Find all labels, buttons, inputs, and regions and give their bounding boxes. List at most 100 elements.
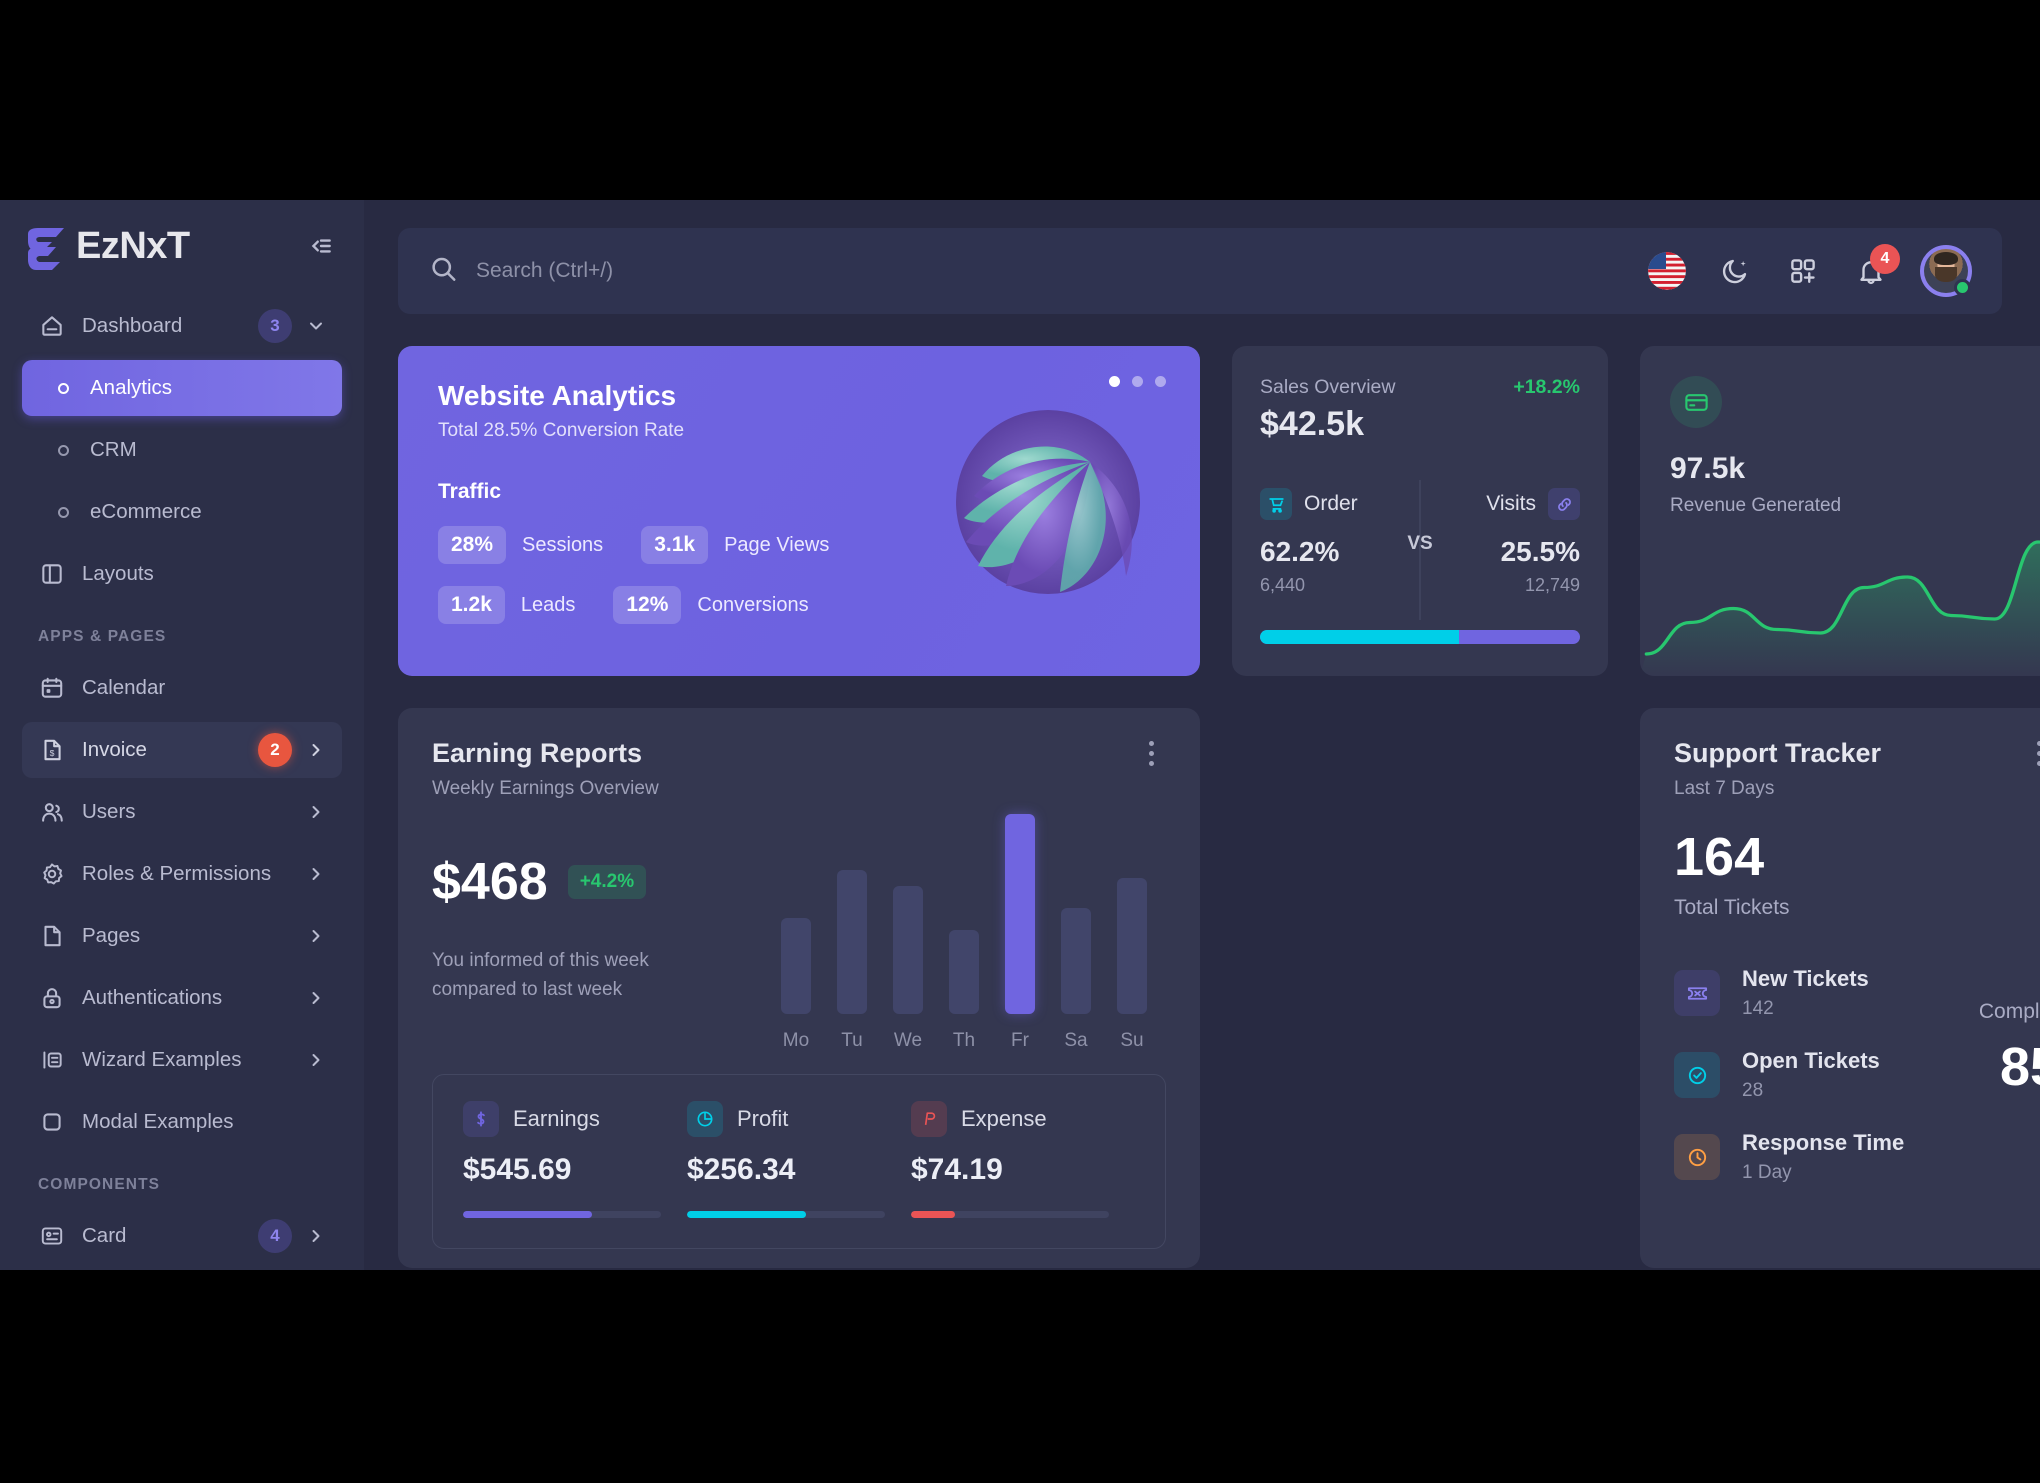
main-content: 4 Websit <box>364 200 2040 1270</box>
stat-expense: Expense $74.19 <box>911 1101 1135 1218</box>
sidebar-item-label: Calendar <box>82 676 166 699</box>
card-title: Earning Reports <box>432 738 643 768</box>
kebab-menu-icon[interactable] <box>1136 738 1166 768</box>
users-icon <box>38 798 66 826</box>
carousel-dots[interactable] <box>1109 376 1166 387</box>
stat-value: $545.69 <box>463 1153 572 1186</box>
dollar-icon <box>463 1101 499 1137</box>
sidebar-item-pages[interactable]: Pages <box>22 908 342 964</box>
stat-label: Expense <box>961 1106 1047 1131</box>
sales-compare: Order 62.2% 6,440 VS Visits 25.5% 12,749 <box>1260 480 1580 620</box>
sidebar-section-apps: APPS & PAGES <box>38 628 167 645</box>
bar-column: Th <box>936 930 992 1052</box>
support-tracker-header: Support Tracker Last 7 Days <box>1674 738 2040 800</box>
moon-icon[interactable] <box>1716 252 1754 290</box>
bell-icon[interactable]: 4 <box>1852 244 1900 290</box>
chevron-right-icon[interactable] <box>306 864 326 884</box>
sidebar-item-dashboard[interactable]: Dashboard 3 <box>22 298 342 354</box>
carousel-dot[interactable] <box>1155 376 1166 387</box>
search-input[interactable] <box>476 259 896 283</box>
earning-stats-row: Earnings $545.69 Profit $256.34 Expense … <box>432 1074 1166 1249</box>
earning-reports-header: Earning Reports Weekly Earnings Overview <box>432 738 1166 800</box>
gauge-center-text: Completed Task 85% <box>1924 1000 2040 1098</box>
support-tracker-body: 164 Total Tickets New Tickets 142 Open T… <box>1674 826 2040 1211</box>
chevron-right-icon[interactable] <box>306 926 326 946</box>
bar-label: Mo <box>782 1030 810 1051</box>
eznxt-logo-icon <box>22 222 70 270</box>
sidebar-item-authentications[interactable]: Authentications <box>22 970 342 1026</box>
left-column: Website Analytics Total 28.5% Conversion… <box>398 346 1200 1268</box>
metric-label: Leads <box>520 593 576 616</box>
paypal-icon <box>911 1101 947 1137</box>
sales-amount: $42.5k <box>1260 405 1364 443</box>
sidebar-item-invoice[interactable]: $ Invoice 2 <box>22 722 342 778</box>
sidebar-item-meta <box>306 926 326 946</box>
sidebar-item-label: Wizard Examples <box>82 1048 242 1071</box>
card-title: Sales Overview <box>1260 376 1396 398</box>
kebab-menu-icon[interactable] <box>2024 738 2040 768</box>
grid-plus-icon[interactable] <box>1784 252 1822 290</box>
avatar[interactable] <box>1920 245 1972 297</box>
bar <box>1005 814 1035 1014</box>
us-flag-icon[interactable] <box>1648 252 1686 290</box>
card-subtitle: Weekly Earnings Overview <box>432 778 659 799</box>
sidebar-item-card[interactable]: Card 4 <box>22 1208 342 1264</box>
sidebar-item-ecommerce[interactable]: eCommerce <box>22 484 342 540</box>
bar-label: Fr <box>1011 1030 1029 1051</box>
sidebar-brand[interactable]: EzNxT <box>0 208 364 284</box>
chevron-right-icon[interactable] <box>306 988 326 1008</box>
sidebar-item-wizard-examples[interactable]: Wizard Examples <box>22 1032 342 1088</box>
chevron-right-icon[interactable] <box>306 802 326 822</box>
card-subtitle: Last 7 Days <box>1674 778 1775 799</box>
progress-fill <box>463 1211 592 1218</box>
sidebar-collapse-icon[interactable] <box>304 229 338 263</box>
progress-fill <box>687 1211 806 1218</box>
metric-value: 1.2k <box>438 586 505 624</box>
chevron-right-icon[interactable] <box>306 740 326 760</box>
sidebar-item-label: Invoice <box>82 738 147 761</box>
sidebar-item-analytics[interactable]: Analytics <box>22 360 342 416</box>
home-icon <box>38 312 66 340</box>
carousel-dot[interactable] <box>1109 376 1120 387</box>
list-item: Response Time 1 Day <box>1674 1130 2040 1184</box>
cart-icon <box>1260 488 1292 520</box>
sidebar-item-roles-permissions[interactable]: Roles & Permissions <box>22 846 342 902</box>
chevron-right-icon[interactable] <box>306 1050 326 1070</box>
metric-label: Conversions <box>697 593 809 616</box>
website-analytics-card: Website Analytics Total 28.5% Conversion… <box>398 346 1200 676</box>
total-tickets-label: Total Tickets <box>1674 896 1790 919</box>
metric-label: Sessions <box>522 533 604 556</box>
carousel-dot[interactable] <box>1132 376 1143 387</box>
sales-order-label: Order <box>1304 492 1358 515</box>
bar-column: Fr <box>992 814 1048 1052</box>
earning-summary: $468 +4.2% You informed of this week com… <box>432 822 762 1052</box>
sales-visits-label: Visits <box>1486 492 1536 515</box>
dashboard-grid: Website Analytics Total 28.5% Conversion… <box>398 346 2040 1268</box>
sidebar-item-crm[interactable]: CRM <box>22 422 342 478</box>
dashboard-app: EzNxT Dashboard 3 Analytics CRM eCommerc… <box>0 200 2040 1270</box>
chevron-down-icon[interactable] <box>306 316 326 336</box>
chevron-right-icon[interactable] <box>306 1226 326 1246</box>
online-status-indicator <box>1954 279 1971 296</box>
earning-amount-row: $468 +4.2% <box>432 852 762 912</box>
stat-label: Profit <box>737 1106 789 1131</box>
sales-overview-card: Sales Overview +18.2% $42.5k Order 62.2%… <box>1232 346 1608 676</box>
total-tickets-value: 164 <box>1674 827 1765 887</box>
search-area[interactable] <box>428 254 1648 289</box>
stat-value: $74.19 <box>911 1153 1003 1186</box>
sidebar-item-users[interactable]: Users <box>22 784 342 840</box>
sales-order-percent: 62.2% <box>1260 536 1340 567</box>
top-navbar: 4 <box>398 228 2002 314</box>
sidebar-item-layouts[interactable]: Layouts <box>22 546 342 602</box>
sidebar-item-modal-examples[interactable]: Modal Examples <box>22 1094 342 1150</box>
check-circle-icon <box>1674 1052 1720 1098</box>
revenue-generated-card: 97.5k Revenue Generated <box>1640 346 2040 676</box>
calendar-icon <box>38 674 66 702</box>
stat-value: $256.34 <box>687 1153 796 1186</box>
bar <box>949 930 979 1014</box>
metric-value: 28% <box>438 526 507 564</box>
sidebar-item-calendar[interactable]: Calendar <box>22 660 342 716</box>
list-item-value: 28 <box>1742 1080 1764 1101</box>
support-tracker-card: Support Tracker Last 7 Days 164 Total Ti… <box>1640 708 2040 1268</box>
sidebar-item-meta: 3 <box>258 309 326 343</box>
